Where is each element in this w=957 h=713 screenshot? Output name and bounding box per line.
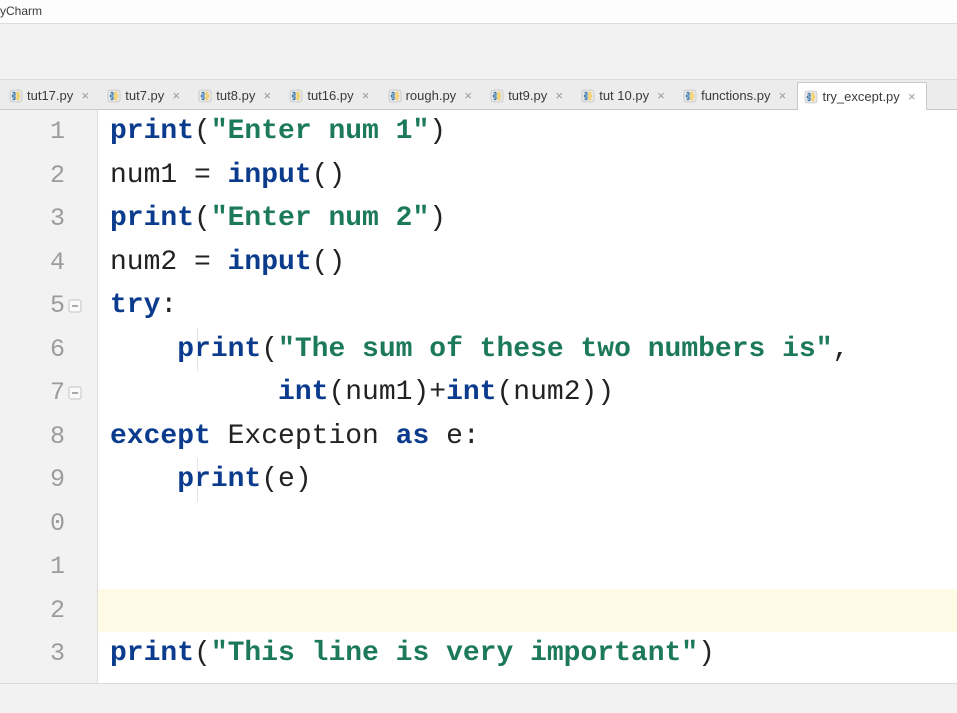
code-line[interactable]: num1 = input() (98, 154, 957, 198)
status-bar-area (0, 683, 957, 713)
close-icon[interactable]: × (462, 90, 474, 102)
python-file-icon (683, 89, 697, 103)
python-file-icon (289, 89, 303, 103)
code-line[interactable]: int(num1)+int(num2)) (98, 371, 957, 415)
editor-area[interactable]: 1234567890123 print("Enter num 1")num1 =… (0, 110, 957, 683)
python-file-icon (804, 90, 818, 104)
close-icon[interactable]: × (79, 90, 91, 102)
tab-label: tut 10.py (599, 88, 649, 103)
close-icon[interactable]: × (776, 90, 788, 102)
line-number[interactable]: 7 (0, 371, 65, 415)
tab-label: tut9.py (508, 88, 547, 103)
tab-label: functions.py (701, 88, 770, 103)
line-number[interactable]: 1 (0, 110, 65, 154)
close-icon[interactable]: × (360, 90, 372, 102)
code-line[interactable] (98, 502, 957, 546)
python-file-icon (490, 89, 504, 103)
close-icon[interactable]: × (553, 90, 565, 102)
tab-functions-py[interactable]: functions.py × (676, 81, 797, 109)
fold-toggle-icon[interactable] (67, 298, 83, 314)
code-line[interactable]: except Exception as e: (98, 415, 957, 459)
python-file-icon (107, 89, 121, 103)
tab-try-except-py[interactable]: try_except.py × (797, 82, 926, 110)
app-title: yCharm (0, 4, 42, 18)
line-number[interactable]: 9 (0, 458, 65, 502)
line-number[interactable]: 2 (0, 589, 65, 633)
close-icon[interactable]: × (261, 90, 273, 102)
tab-rough-py[interactable]: rough.py × (381, 81, 484, 109)
line-number[interactable]: 1 (0, 545, 65, 589)
code-line[interactable]: print("Enter num 2") (98, 197, 957, 241)
toolbar-area (0, 24, 957, 80)
code-area[interactable]: print("Enter num 1")num1 = input()print(… (98, 110, 957, 683)
tab-label: rough.py (406, 88, 457, 103)
tab-label: tut7.py (125, 88, 164, 103)
code-line[interactable] (98, 589, 957, 633)
code-line[interactable] (98, 545, 957, 589)
line-number[interactable]: 0 (0, 502, 65, 546)
tab-tut16-py[interactable]: tut16.py × (282, 81, 380, 109)
line-number[interactable]: 8 (0, 415, 65, 459)
close-icon[interactable]: × (906, 91, 918, 103)
tab-tut-10-py[interactable]: tut 10.py × (574, 81, 676, 109)
code-line[interactable]: print("This line is very important") (98, 632, 957, 676)
line-number[interactable]: 3 (0, 197, 65, 241)
code-line[interactable]: num2 = input() (98, 241, 957, 285)
code-line[interactable]: print("The sum of these two numbers is", (98, 328, 957, 372)
title-bar: yCharm (0, 0, 957, 24)
tab-tut7-py[interactable]: tut7.py × (100, 81, 191, 109)
tab-label: tut8.py (216, 88, 255, 103)
tab-tut9-py[interactable]: tut9.py × (483, 81, 574, 109)
gutter: 1234567890123 (0, 110, 98, 683)
python-file-icon (9, 89, 23, 103)
line-number[interactable]: 2 (0, 154, 65, 198)
python-file-icon (581, 89, 595, 103)
python-file-icon (388, 89, 402, 103)
line-number[interactable]: 3 (0, 632, 65, 676)
line-number[interactable]: 4 (0, 241, 65, 285)
tab-tut17-py[interactable]: tut17.py × (2, 81, 100, 109)
tab-label: try_except.py (822, 89, 899, 104)
close-icon[interactable]: × (655, 90, 667, 102)
python-file-icon (198, 89, 212, 103)
code-line[interactable]: print("Enter num 1") (98, 110, 957, 154)
close-icon[interactable]: × (170, 90, 182, 102)
tab-tut8-py[interactable]: tut8.py × (191, 81, 282, 109)
code-line[interactable]: try: (98, 284, 957, 328)
line-number[interactable]: 6 (0, 328, 65, 372)
editor-tabs-bar: tut17.py×tut7.py×tut8.py×tut16.py×rough.… (0, 80, 957, 110)
tab-label: tut17.py (27, 88, 73, 103)
fold-toggle-icon[interactable] (67, 385, 83, 401)
code-line[interactable]: print(e) (98, 458, 957, 502)
line-number[interactable]: 5 (0, 284, 65, 328)
tab-label: tut16.py (307, 88, 353, 103)
